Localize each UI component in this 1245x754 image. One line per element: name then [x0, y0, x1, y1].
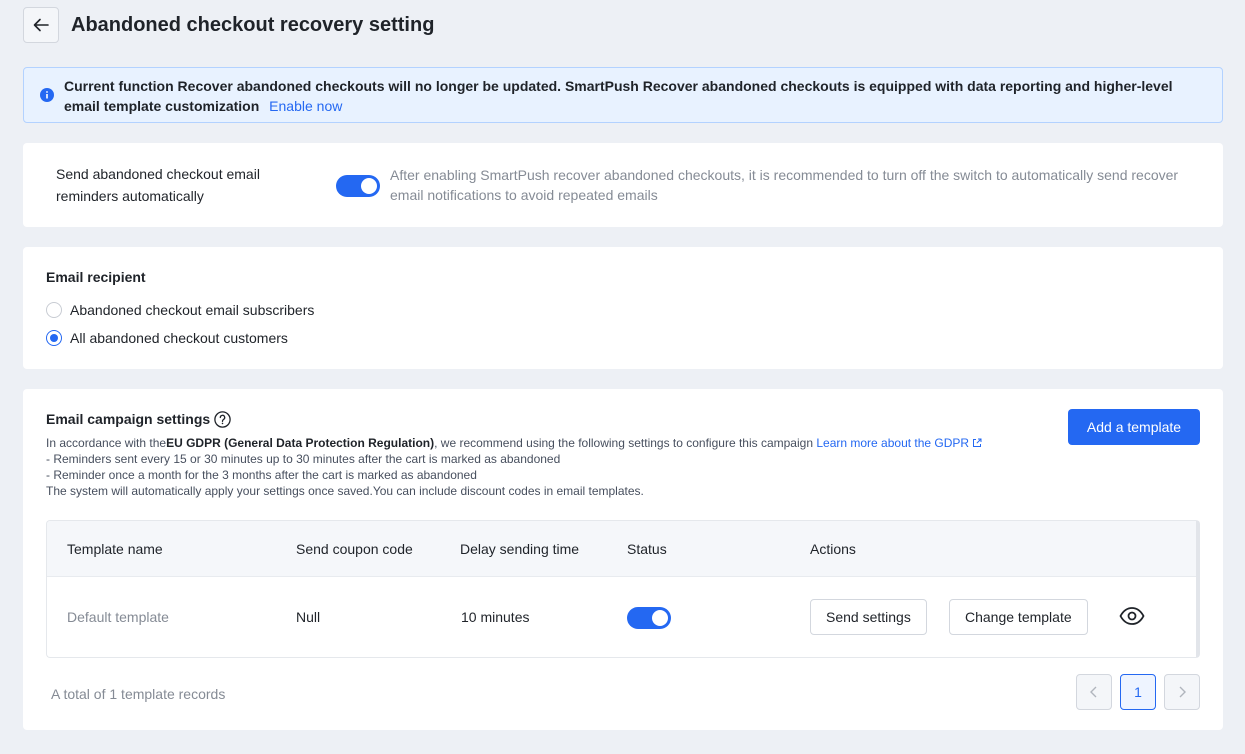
enable-now-link[interactable]: Enable now — [269, 98, 342, 114]
page-header: Abandoned checkout recovery setting — [23, 7, 434, 43]
gdpr-learn-more-link[interactable]: Learn more about the GDPR — [816, 436, 982, 450]
auto-send-card: Send abandoned checkout email reminders … — [23, 143, 1223, 227]
recipient-option-label: Abandoned checkout email subscribers — [70, 302, 315, 318]
recipient-option-all-customers[interactable]: All abandoned checkout customers — [46, 330, 288, 346]
gdpr-bold: EU GDPR (General Data Protection Regulat… — [166, 436, 435, 450]
gdpr-line-3: The system will automatically apply your… — [46, 484, 644, 498]
help-icon[interactable] — [214, 411, 231, 428]
radio-unchecked[interactable] — [46, 302, 62, 318]
change-template-button[interactable]: Change template — [949, 599, 1088, 635]
banner-text: Current function Recover abandoned check… — [64, 78, 1173, 114]
back-button[interactable] — [23, 7, 59, 43]
recipient-option-subscribers[interactable]: Abandoned checkout email subscribers — [46, 302, 314, 318]
deprecation-banner: Current function Recover abandoned check… — [23, 67, 1223, 123]
info-icon — [40, 88, 54, 102]
auto-send-toggle[interactable] — [336, 175, 380, 197]
auto-send-hint: After enabling SmartPush recover abandon… — [390, 167, 1179, 203]
template-name-cell: Default template — [67, 609, 169, 625]
coupon-cell: Null — [296, 609, 321, 625]
column-header-status: Status — [627, 541, 667, 557]
gdpr-notice: In accordance with theEU GDPR (General D… — [46, 435, 1046, 499]
template-status-toggle[interactable] — [627, 607, 671, 629]
table-header: Template name Send coupon code Delay sen… — [47, 521, 1196, 577]
page-title: Abandoned checkout recovery setting — [71, 13, 435, 36]
gdpr-line-1: - Reminders sent every 15 or 30 minutes … — [46, 452, 561, 466]
chevron-left-icon — [1090, 686, 1097, 698]
email-recipient-card: Email recipient Abandoned checkout email… — [23, 247, 1223, 369]
radio-checked[interactable] — [46, 330, 62, 346]
column-header-delay: Delay sending time — [460, 541, 580, 557]
eye-icon[interactable] — [1119, 606, 1145, 626]
total-records: A total of 1 template records — [51, 686, 226, 702]
recipient-option-label: All abandoned checkout customers — [70, 330, 288, 346]
column-header-actions: Actions — [810, 541, 856, 557]
external-link-icon — [973, 438, 982, 447]
gdpr-link-label: Learn more about the GDPR — [816, 436, 970, 450]
pagination-prev-button[interactable] — [1076, 674, 1112, 710]
column-header-coupon: Send coupon code — [296, 541, 413, 557]
arrow-left-icon — [33, 18, 49, 32]
gdpr-suffix: , we recommend using the following setti… — [434, 436, 813, 450]
add-template-button[interactable]: Add a template — [1068, 409, 1200, 445]
auto-send-label: Send abandoned checkout email reminders … — [56, 166, 260, 204]
email-campaign-card: Email campaign settings Add a template I… — [23, 389, 1223, 730]
gdpr-line-2: - Reminder once a month for the 3 months… — [46, 468, 477, 482]
email-recipient-title: Email recipient — [46, 269, 146, 285]
pagination-page-1[interactable]: 1 — [1120, 674, 1156, 710]
pagination-next-button[interactable] — [1164, 674, 1200, 710]
template-table: Template name Send coupon code Delay sen… — [46, 520, 1200, 658]
campaign-title: Email campaign settings — [46, 411, 211, 427]
column-header-template-name: Template name — [67, 541, 163, 557]
send-settings-button[interactable]: Send settings — [810, 599, 927, 635]
chevron-right-icon — [1179, 686, 1186, 698]
table-row: Default template Null 10 minutes Send se… — [47, 577, 1196, 657]
gdpr-prefix: In accordance with the — [46, 436, 167, 450]
delay-cell: 10 minutes — [461, 609, 530, 625]
